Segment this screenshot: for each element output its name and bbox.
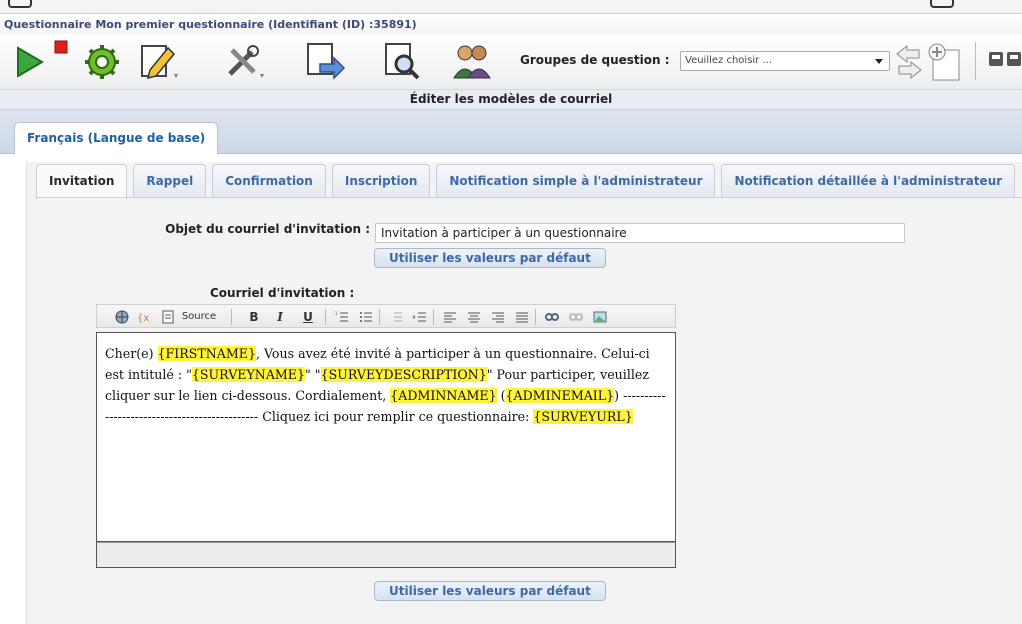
toolbar-separator (975, 42, 976, 80)
placeholder-token: {SURVEYURL} (533, 409, 633, 424)
bulleted-list-icon[interactable] (359, 310, 373, 324)
tab-language-french[interactable]: Français (Langue de base) (14, 122, 219, 154)
placeholder-token: {SURVEYDESCRIPTION} (320, 367, 487, 382)
tab-admin-detailed-notification[interactable]: Notification détaillée à l'administrateu… (721, 164, 1016, 198)
underline-button[interactable]: U (301, 309, 315, 325)
survey-export-icon[interactable] (302, 40, 346, 82)
question-groups-select[interactable]: Veuillez choisir ... (680, 51, 890, 71)
placeholder-token: {ADMINNAME} (390, 388, 497, 403)
chevron-down-icon (875, 59, 883, 64)
tools-icon[interactable] (222, 40, 266, 82)
edit-document-icon[interactable] (136, 40, 180, 82)
email-type-tabs: Invitation Rappel Confirmation Inscripti… (36, 164, 1016, 199)
top-clipped-toolbar (0, 0, 1022, 14)
outdent-icon[interactable] (389, 310, 403, 324)
language-tabbar: Français (Langue de base) (0, 110, 1022, 154)
clipped-icon (8, 0, 32, 8)
section-title: Éditer les modèles de courriel (0, 90, 1022, 110)
align-left-icon[interactable] (443, 310, 457, 324)
link-icon[interactable] (545, 310, 559, 324)
settings-gear-icon[interactable] (80, 40, 124, 82)
question-groups-label: Groupes de question : (520, 53, 670, 67)
clipped-icon (930, 0, 954, 8)
tab-admin-simple-notification[interactable]: Notification simple à l'administrateur (436, 164, 716, 198)
svg-text:1: 1 (335, 311, 338, 316)
question-groups-select-value: Veuillez choisir ... (685, 55, 773, 66)
main-toolbar: Groupes de question : Veuillez choisir .… (0, 34, 1022, 90)
survey-search-icon[interactable] (380, 40, 424, 82)
toolbar-separator (379, 309, 380, 325)
numbered-list-icon[interactable]: 1 (335, 310, 349, 324)
source-button[interactable]: Source (177, 309, 221, 325)
play-icon[interactable] (10, 40, 46, 82)
rich-text-toolbar: {x} Source B I U 1 (96, 304, 676, 328)
participants-icon[interactable] (450, 40, 494, 82)
svg-text:{x}: {x} (137, 313, 151, 324)
email-body-text: Cher(e) (105, 346, 158, 361)
use-default-values-button[interactable]: Utiliser les valeurs par défaut (374, 248, 606, 268)
stop-icon[interactable] (54, 40, 68, 54)
navigation-arrows-icon[interactable] (895, 40, 923, 82)
email-body-text: " " (305, 367, 321, 382)
subject-label: Objet du courriel d'invitation : (165, 222, 370, 236)
toolbar-separator (535, 309, 536, 325)
align-center-icon[interactable] (467, 310, 481, 324)
indent-icon[interactable] (413, 310, 427, 324)
toolbar-separator (325, 309, 326, 325)
toolbar-separator (433, 309, 434, 325)
globe-icon[interactable] (115, 310, 129, 324)
add-question-icon[interactable] (925, 40, 965, 82)
toolbar-separator (231, 309, 232, 325)
placeholder-token: {SURVEYNAME} (191, 367, 306, 382)
editor-status-bar (96, 542, 676, 568)
placeholder-token: {FIRSTNAME} (157, 346, 256, 361)
italic-button[interactable]: I (273, 309, 287, 325)
tab-reminder[interactable]: Rappel (133, 164, 207, 198)
image-icon[interactable] (593, 310, 607, 324)
bold-button[interactable]: B (247, 309, 261, 325)
tab-invitation[interactable]: Invitation (36, 164, 128, 199)
email-body-text: ( (496, 388, 506, 403)
align-right-icon[interactable] (491, 310, 505, 324)
tab-registration[interactable]: Inscription (331, 164, 431, 198)
placeholder-field-icon[interactable]: {x} (137, 310, 151, 324)
window-title: Questionnaire Mon premier questionnaire … (4, 18, 417, 31)
subject-input[interactable]: Invitation à participer à un questionnai… (375, 223, 905, 243)
use-default-values-button-bottom[interactable]: Utiliser les valeurs par défaut (374, 581, 606, 601)
unlink-icon[interactable] (569, 310, 583, 324)
align-justify-icon[interactable] (515, 310, 529, 324)
source-icon[interactable] (161, 310, 175, 324)
placeholder-token: {ADMINEMAIL} (505, 388, 615, 403)
tabs-divider (36, 197, 1022, 198)
tab-confirmation[interactable]: Confirmation (212, 164, 326, 198)
email-body-label: Courriel d'invitation : (210, 286, 355, 300)
window-controls-icon[interactable] (985, 40, 1022, 82)
email-body-editor[interactable]: Cher(e) {FIRSTNAME}, Vous avez été invit… (96, 332, 676, 542)
